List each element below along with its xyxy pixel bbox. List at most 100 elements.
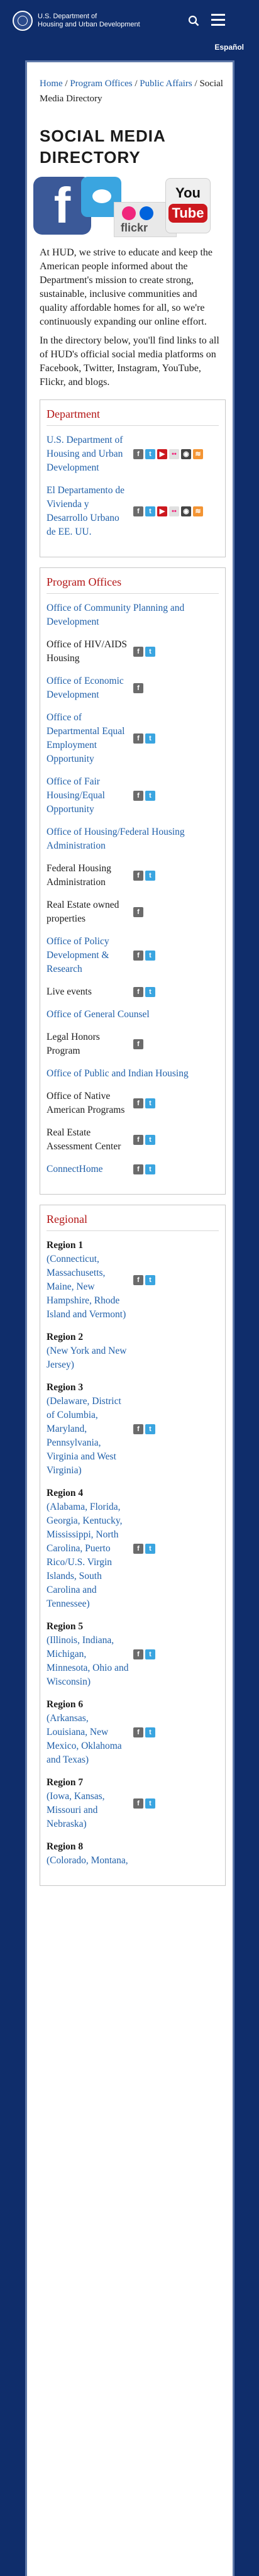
- facebook-icon[interactable]: f: [133, 1424, 143, 1434]
- facebook-icon[interactable]: f: [133, 1798, 143, 1809]
- flickr-icon[interactable]: ••: [169, 449, 179, 459]
- facebook-icon[interactable]: f: [133, 1727, 143, 1737]
- facebook-icon[interactable]: f: [133, 506, 143, 516]
- twitter-icon[interactable]: t: [145, 1275, 155, 1285]
- reac-label: Real Estate Assessment Center: [47, 1127, 121, 1152]
- twitter-icon[interactable]: t: [145, 951, 155, 961]
- logo-line-1: U.S. Department of: [38, 13, 97, 20]
- facebook-icon[interactable]: f: [133, 1039, 143, 1049]
- twitter-icon[interactable]: t: [145, 449, 155, 459]
- social-icons: f: [133, 683, 143, 693]
- rss-icon[interactable]: ≋: [193, 506, 203, 516]
- twitter-icon[interactable]: t: [145, 791, 155, 801]
- facebook-icon[interactable]: f: [133, 1135, 143, 1145]
- region-states-link[interactable]: (Alabama, Florida, Georgia, Kentucky, Mi…: [47, 1500, 131, 1611]
- youtube-logo-icon: You Tube: [165, 178, 211, 233]
- breadcrumb-program-offices[interactable]: Program Offices: [70, 79, 132, 89]
- twitter-icon[interactable]: t: [145, 1649, 155, 1659]
- facebook-icon[interactable]: f: [133, 449, 143, 459]
- site-logo-text[interactable]: U.S. Department of Housing and Urban Dev…: [38, 13, 182, 29]
- facebook-icon[interactable]: f: [133, 683, 143, 693]
- directory-row: Live events f t: [47, 985, 219, 999]
- region-states-link[interactable]: (Colorado, Montana,: [47, 1854, 131, 1868]
- program-offices-section: Program Offices Office of Community Plan…: [40, 567, 226, 1195]
- content-panel: Home / Program Offices / Public Affairs …: [25, 60, 234, 2576]
- facebook-icon[interactable]: f: [133, 871, 143, 881]
- breadcrumb-home[interactable]: Home: [40, 79, 63, 89]
- search-icon[interactable]: [188, 15, 199, 26]
- social-icons: f t: [133, 1098, 155, 1108]
- youtube-wordmark-tube: Tube: [168, 204, 208, 223]
- region-entry: Region 4 (Alabama, Florida, Georgia, Ken…: [47, 1486, 131, 1611]
- region-row: Region 1 (Connecticut, Massachusetts, Ma…: [47, 1239, 219, 1322]
- facebook-icon[interactable]: f: [133, 791, 143, 801]
- social-icons: f t ▶ •• ◉ ≋: [133, 506, 203, 516]
- housing-fha-office-link[interactable]: Office of Housing/Federal Housing Admini…: [47, 825, 219, 853]
- connecthome-link[interactable]: ConnectHome: [47, 1163, 131, 1176]
- reo-label: Real Estate owned properties: [47, 900, 119, 924]
- breadcrumb-public-affairs[interactable]: Public Affairs: [140, 79, 192, 89]
- twitter-icon[interactable]: t: [145, 871, 155, 881]
- region-title: Region 2: [47, 1332, 84, 1342]
- twitter-icon[interactable]: t: [145, 1098, 155, 1108]
- github-icon[interactable]: ◉: [181, 506, 191, 516]
- social-icons: f t: [133, 647, 155, 657]
- twitter-icon[interactable]: t: [145, 1727, 155, 1737]
- office-cpd-link[interactable]: Office of Community Planning and Develop…: [47, 601, 219, 629]
- rss-icon[interactable]: ≋: [193, 449, 203, 459]
- site-header: U.S. Department of Housing and Urban Dev…: [0, 0, 259, 42]
- facebook-icon[interactable]: f: [133, 733, 143, 744]
- directory-row: Office of Policy Development & Research …: [47, 935, 219, 976]
- twitter-icon[interactable]: t: [145, 1544, 155, 1554]
- hud-seal-logo[interactable]: [13, 11, 33, 31]
- twitter-icon[interactable]: t: [145, 1164, 155, 1174]
- flickr-icon[interactable]: ••: [169, 506, 179, 516]
- economic-development-link[interactable]: Office of Economic Development: [47, 674, 131, 702]
- pih-link[interactable]: Office of Public and Indian Housing: [47, 1067, 219, 1081]
- region-row: Region 8 (Colorado, Montana,: [47, 1840, 219, 1868]
- twitter-icon[interactable]: t: [145, 733, 155, 744]
- facebook-icon[interactable]: f: [133, 951, 143, 961]
- region-states-link[interactable]: (Delaware, District of Columbia, Marylan…: [47, 1395, 131, 1478]
- twitter-icon[interactable]: t: [145, 506, 155, 516]
- social-icons: f t: [133, 791, 155, 801]
- spanish-language-link[interactable]: Español: [214, 43, 244, 52]
- hamburger-menu-icon[interactable]: [211, 14, 225, 26]
- facebook-icon[interactable]: f: [133, 647, 143, 657]
- twitter-icon[interactable]: t: [145, 1424, 155, 1434]
- page-title: SOCIAL MEDIA DIRECTORY: [40, 126, 165, 167]
- github-icon[interactable]: ◉: [181, 449, 191, 459]
- facebook-icon[interactable]: f: [133, 1544, 143, 1554]
- twitter-icon[interactable]: t: [145, 1135, 155, 1145]
- hud-link[interactable]: U.S. Department of Housing and Urban Dev…: [47, 433, 131, 475]
- hud-spanish-link[interactable]: El Departamento de Vivienda y Desarrollo…: [47, 484, 131, 539]
- social-media-banner: f flickr You Tube: [33, 174, 226, 242]
- directory-row: Office of Fair Housing/Equal Opportunity…: [47, 775, 219, 817]
- ogc-link[interactable]: Office of General Counsel: [47, 1008, 219, 1022]
- region-title: Region 8: [47, 1841, 84, 1852]
- intro-paragraph-2: In the directory below, you'll find link…: [40, 335, 219, 388]
- twitter-icon[interactable]: t: [145, 647, 155, 657]
- facebook-icon[interactable]: f: [133, 1275, 143, 1285]
- fheo-link[interactable]: Office of Fair Housing/Equal Opportunity: [47, 775, 131, 817]
- region-states-link[interactable]: (Illinois, Indiana, Michigan, Minnesota,…: [47, 1634, 131, 1689]
- youtube-icon[interactable]: ▶: [157, 449, 167, 459]
- legal-honors-label: Legal Honors Program: [47, 1032, 100, 1056]
- region-row: Region 2 (New York and New Jersey): [47, 1330, 219, 1372]
- twitter-icon[interactable]: t: [145, 1798, 155, 1809]
- region-states-link[interactable]: (Iowa, Kansas, Missouri and Nebraska): [47, 1790, 131, 1831]
- region-states-link[interactable]: (Connecticut, Massachusetts, Maine, New …: [47, 1252, 131, 1322]
- facebook-icon[interactable]: f: [133, 907, 143, 917]
- deeo-link[interactable]: Office of Departmental Equal Employment …: [47, 711, 131, 766]
- region-states-link[interactable]: (Arkansas, Louisiana, New Mexico, Oklaho…: [47, 1712, 131, 1767]
- facebook-icon[interactable]: f: [133, 1098, 143, 1108]
- youtube-icon[interactable]: ▶: [157, 506, 167, 516]
- facebook-icon[interactable]: f: [133, 1649, 143, 1659]
- region-states-link[interactable]: (New York and New Jersey): [47, 1344, 131, 1372]
- twitter-icon[interactable]: t: [145, 987, 155, 997]
- pdr-link[interactable]: Office of Policy Development & Research: [47, 935, 131, 976]
- facebook-icon[interactable]: f: [133, 1164, 143, 1174]
- live-events-label: Live events: [47, 986, 92, 997]
- directory-row: ConnectHome f t: [47, 1163, 219, 1176]
- facebook-icon[interactable]: f: [133, 987, 143, 997]
